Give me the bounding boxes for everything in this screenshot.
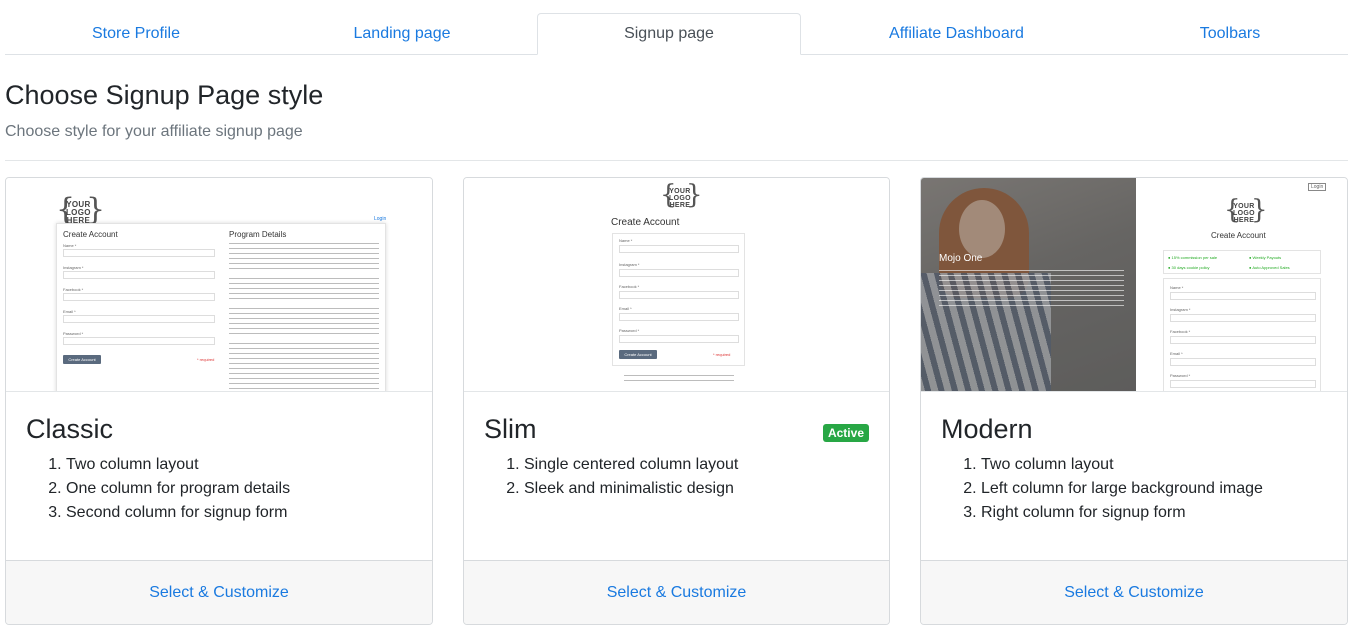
mini-label: Instagram * bbox=[63, 265, 84, 270]
tab-toolbars[interactable]: Toolbars bbox=[1112, 13, 1348, 55]
tab-bar: Store Profile Landing page Signup page A… bbox=[5, 13, 1348, 55]
mini-label: Email * bbox=[63, 309, 76, 314]
card-body: Modern Two column layout Left column for… bbox=[941, 414, 1327, 525]
mini-signup-panel: Name * Instagram * Facebook * Email * Pa… bbox=[1163, 278, 1321, 391]
background-photo: Mojo One bbox=[921, 178, 1136, 391]
logo-brace-icon: } bbox=[686, 180, 703, 210]
feature-list: Two column layout One column for program… bbox=[26, 453, 412, 525]
mini-paragraph bbox=[229, 241, 379, 271]
mini-input bbox=[1170, 358, 1316, 366]
mini-input bbox=[63, 293, 215, 301]
mini-create-button: Create Account bbox=[63, 355, 101, 364]
mini-paragraph bbox=[229, 276, 379, 301]
mini-input bbox=[619, 269, 739, 277]
mini-paragraph bbox=[229, 341, 379, 391]
mini-perk: ● 15% commission per sale bbox=[1168, 255, 1218, 260]
mini-label: Email * bbox=[619, 306, 632, 311]
mini-heading: Create Account bbox=[611, 217, 680, 228]
card-title: Slim bbox=[484, 414, 537, 444]
mini-perks: ● 15% commission per sale ● Weekly Payou… bbox=[1163, 250, 1321, 274]
mini-heading: Program Details bbox=[229, 230, 287, 239]
mini-perk: ● Auto Approved Sales bbox=[1249, 265, 1290, 270]
card-footer: Select & Customize bbox=[6, 560, 432, 624]
tab-signup-page[interactable]: Signup page bbox=[537, 13, 801, 55]
classic-preview: { YOUR LOGO HERE } Login Create Account Na… bbox=[6, 178, 432, 392]
page-title: Choose Signup Page style bbox=[5, 80, 324, 110]
select-customize-modern-link[interactable]: Select & Customize bbox=[1064, 584, 1204, 602]
mini-perk: ● Weekly Payouts bbox=[1249, 255, 1282, 260]
mini-label: Name * bbox=[619, 238, 633, 243]
mini-required: * required bbox=[713, 352, 731, 357]
feature-list: Single centered column layout Sleek and … bbox=[484, 453, 869, 501]
mini-label: Facebook * bbox=[619, 284, 640, 289]
feature-item: Sleek and minimalistic design bbox=[524, 477, 869, 501]
card-body: Classic Two column layout One column for… bbox=[26, 414, 412, 525]
card-footer: Select & Customize bbox=[921, 560, 1347, 624]
mini-terms-text bbox=[624, 373, 734, 383]
mini-signup-panel: Create Account Name * Instagram * Facebo… bbox=[56, 223, 386, 391]
mini-label: Instagram * bbox=[1170, 307, 1191, 312]
card-footer: Select & Customize bbox=[464, 560, 889, 624]
mini-perk: ● 30 days cookie policy bbox=[1168, 265, 1210, 270]
slim-preview: { YOUR LOGO HERE } Create Account Name * I… bbox=[464, 178, 889, 392]
tab-affiliate-dashboard[interactable]: Affiliate Dashboard bbox=[801, 13, 1112, 55]
tab-store-profile[interactable]: Store Profile bbox=[5, 13, 267, 55]
mini-login: Login bbox=[374, 216, 387, 222]
mini-input bbox=[619, 291, 739, 299]
mini-input bbox=[1170, 336, 1316, 344]
mini-label: Facebook * bbox=[63, 287, 84, 292]
mini-paragraph bbox=[939, 268, 1124, 310]
mini-brand-name: Mojo One bbox=[939, 253, 983, 264]
mini-paragraph bbox=[229, 306, 379, 336]
mini-input bbox=[63, 315, 215, 323]
mini-heading: Create Account bbox=[1211, 231, 1266, 240]
mini-input bbox=[619, 313, 739, 321]
feature-item: Left column for large background image bbox=[981, 477, 1327, 501]
style-card-modern: Mojo One Login { YOUR LOGO HERE } Create A… bbox=[920, 177, 1348, 625]
mini-input bbox=[1170, 292, 1316, 300]
card-title: Classic bbox=[26, 414, 114, 444]
select-customize-slim-link[interactable]: Select & Customize bbox=[607, 584, 747, 602]
mini-label: Email * bbox=[1170, 351, 1183, 356]
mini-required: * required bbox=[197, 357, 215, 362]
select-customize-classic-link[interactable]: Select & Customize bbox=[149, 584, 289, 602]
mini-create-button: Create Account bbox=[619, 350, 657, 359]
tab-landing-page[interactable]: Landing page bbox=[267, 13, 537, 55]
feature-item: Two column layout bbox=[66, 453, 412, 477]
page-subtitle: Choose style for your affiliate signup p… bbox=[5, 123, 303, 140]
mini-login: Login bbox=[1308, 183, 1327, 191]
card-body: Slim Single centered column layout Sleek… bbox=[484, 414, 869, 501]
mini-signup-panel: Name * Instagram * Facebook * Email * Pa… bbox=[612, 233, 745, 366]
mini-label: Name * bbox=[1170, 285, 1184, 290]
style-card-classic: { YOUR LOGO HERE } Login Create Account Na… bbox=[5, 177, 433, 625]
divider bbox=[5, 160, 1348, 161]
feature-item: Second column for signup form bbox=[66, 501, 412, 525]
feature-item: One column for program details bbox=[66, 477, 412, 501]
style-card-slim: { YOUR LOGO HERE } Create Account Name * I… bbox=[463, 177, 890, 625]
card-title: Modern bbox=[941, 414, 1033, 444]
mini-input bbox=[63, 337, 215, 345]
mini-label: Password * bbox=[619, 328, 640, 333]
mini-label: Instagram * bbox=[619, 262, 640, 267]
mini-label: Name * bbox=[63, 243, 77, 248]
modern-preview: Mojo One Login { YOUR LOGO HERE } Create A… bbox=[921, 178, 1347, 392]
feature-item: Right column for signup form bbox=[981, 501, 1327, 525]
feature-item: Two column layout bbox=[981, 453, 1327, 477]
logo-brace-icon: } bbox=[1251, 195, 1268, 225]
mini-input bbox=[63, 271, 215, 279]
mini-input bbox=[1170, 314, 1316, 322]
mini-input bbox=[63, 249, 215, 257]
mini-input bbox=[1170, 380, 1316, 388]
mini-input bbox=[619, 335, 739, 343]
mini-label: Password * bbox=[63, 331, 84, 336]
mini-heading: Create Account bbox=[63, 230, 118, 239]
logo-brace-icon: } bbox=[86, 192, 106, 227]
mini-label: Password * bbox=[1170, 373, 1191, 378]
mini-label: Facebook * bbox=[1170, 329, 1191, 334]
feature-list: Two column layout Left column for large … bbox=[941, 453, 1327, 525]
feature-item: Single centered column layout bbox=[524, 453, 869, 477]
mini-input bbox=[619, 245, 739, 253]
